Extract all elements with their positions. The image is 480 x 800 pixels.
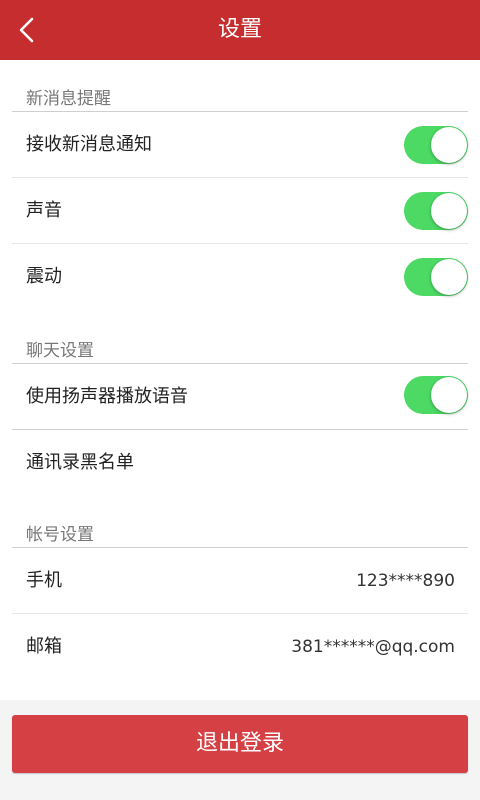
row-contacts-blacklist[interactable]: 通讯录黑名单 — [12, 430, 468, 496]
vibration-toggle[interactable] — [404, 258, 468, 296]
row-sound[interactable]: 声音 — [12, 178, 468, 244]
section-header-chat: 聊天设置 — [12, 332, 468, 364]
row-phone[interactable]: 手机 123****890 — [12, 548, 468, 614]
section-header-notifications: 新消息提醒 — [12, 84, 468, 112]
toggle-knob — [431, 259, 467, 295]
page-title: 设置 — [217, 17, 262, 42]
toggle-knob — [431, 377, 467, 413]
row-vibration[interactable]: 震动 — [12, 244, 468, 310]
sound-toggle[interactable] — [404, 192, 468, 230]
row-email[interactable]: 邮箱 381******@qq.com — [12, 614, 468, 680]
row-label: 震动 — [26, 266, 62, 287]
settings-list: 新消息提醒 接收新消息通知 声音 震动 聊天设置 使用扬声器播放语音 通讯录黑名… — [0, 60, 480, 700]
toggle-knob — [431, 193, 467, 229]
chevron-left-icon — [10, 12, 46, 48]
row-label: 接收新消息通知 — [26, 134, 152, 155]
row-label: 手机 — [26, 570, 62, 591]
logout-button[interactable]: 退出登录 — [12, 715, 468, 773]
row-label: 通讯录黑名单 — [26, 452, 134, 473]
row-label: 使用扬声器播放语音 — [26, 386, 188, 407]
email-value: 381******@qq.com — [291, 637, 455, 657]
row-label: 声音 — [26, 200, 62, 221]
section-header-account: 帐号设置 — [12, 516, 468, 548]
section-title: 帐号设置 — [26, 525, 94, 545]
back-button[interactable] — [10, 12, 46, 48]
speaker-playback-toggle[interactable] — [404, 376, 468, 414]
toggle-knob — [431, 127, 467, 163]
top-bar: 设置 — [0, 0, 480, 60]
row-label: 邮箱 — [26, 636, 62, 657]
row-receive-notifications[interactable]: 接收新消息通知 — [12, 112, 468, 178]
row-speaker-playback[interactable]: 使用扬声器播放语音 — [12, 364, 468, 430]
phone-value: 123****890 — [356, 571, 455, 591]
section-title: 聊天设置 — [26, 341, 94, 361]
section-title: 新消息提醒 — [26, 89, 111, 109]
receive-notifications-toggle[interactable] — [404, 126, 468, 164]
